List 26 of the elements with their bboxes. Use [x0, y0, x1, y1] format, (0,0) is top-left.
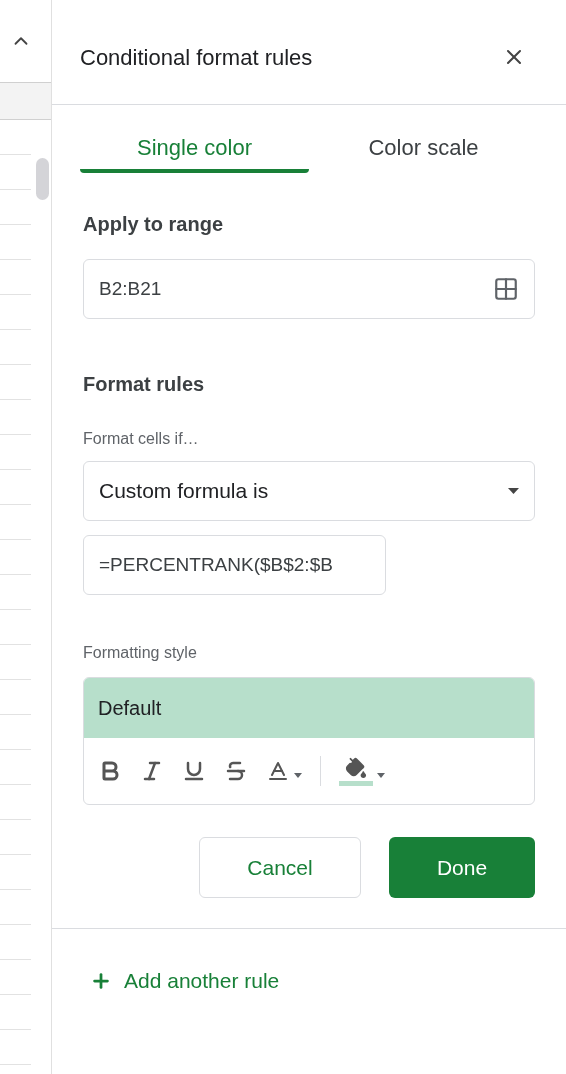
field-label: Formatting style — [83, 643, 198, 663]
strikethrough-icon[interactable] — [224, 759, 248, 783]
section-label: Apply to range — [83, 212, 224, 237]
tab[interactable]: Single color — [80, 125, 309, 173]
text-color-button[interactable] — [266, 759, 302, 783]
section-label: Format rules — [83, 372, 206, 397]
scrollbar-thumb[interactable] — [36, 158, 49, 200]
field-label: Format cells if… — [83, 429, 200, 449]
underline-icon[interactable] — [182, 759, 206, 783]
range-field[interactable]: B2:B21 — [83, 259, 535, 319]
condition-dropdown[interactable]: Custom formula is — [83, 461, 535, 521]
formula-field[interactable]: =PERCENTRANK($B$2:$B — [83, 535, 386, 595]
fill-color-bar — [339, 780, 373, 786]
text-color-icon — [266, 759, 290, 783]
panel-title: Conditional format rules — [80, 43, 313, 72]
style-preview: Default — [84, 678, 534, 738]
fill-color-button[interactable] — [339, 756, 385, 786]
caret-icon — [294, 772, 302, 778]
dropdown-icon — [508, 488, 519, 494]
grid-icon[interactable] — [493, 276, 519, 302]
add-rule-button[interactable]: Add another rule — [90, 965, 280, 997]
caret-icon — [377, 772, 385, 778]
tab[interactable]: Color scale — [309, 125, 538, 173]
done-button[interactable]: Done — [389, 837, 535, 898]
cancel-button[interactable]: Cancel — [199, 837, 361, 898]
paint-bucket-icon — [345, 756, 367, 779]
